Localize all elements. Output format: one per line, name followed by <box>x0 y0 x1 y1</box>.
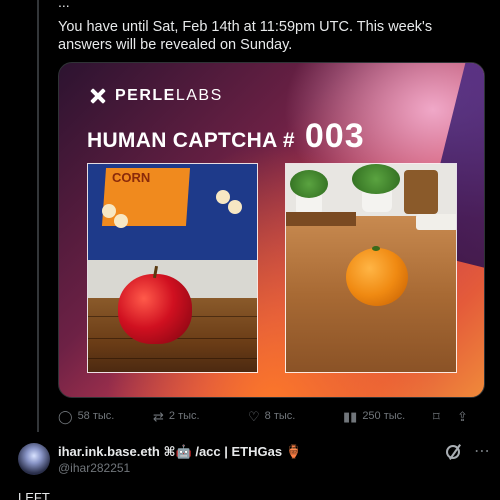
share-icon: ⇪ <box>457 408 468 424</box>
captcha-card-image[interactable]: PERLELABS HUMAN CAPTCHA # 003 CORN <box>58 62 485 398</box>
post-actions: ◯ 58 тыс. ⇄ 2 тыс. ♡ 8 тыс. ▮▮ 250 тыс. … <box>58 406 478 426</box>
orange <box>346 248 408 306</box>
share-button[interactable]: ⇪ <box>457 410 477 423</box>
views-icon: ▮▮ <box>343 408 358 424</box>
perle-logo-icon <box>89 87 107 105</box>
captcha-title: HUMAN CAPTCHA # 003 <box>87 117 365 156</box>
apple <box>118 274 192 344</box>
reply-author-handle[interactable]: @ihar282251 <box>58 461 130 475</box>
plant <box>290 170 328 198</box>
plant <box>352 164 400 194</box>
post-text: You have until Sat, Feb 14th at 11:59pm … <box>58 19 433 53</box>
reply-text: LEFT <box>18 490 50 500</box>
views-count: 250 тыс. <box>362 410 406 422</box>
repost-action[interactable]: ⇄ 2 тыс. <box>153 410 248 423</box>
repost-count: 2 тыс. <box>168 410 200 422</box>
avatar[interactable] <box>18 443 50 475</box>
brand-name: PERLELABS <box>115 87 223 104</box>
like-count: 8 тыс. <box>264 410 296 422</box>
grok-icon[interactable] <box>446 445 460 459</box>
heart-icon: ♡ <box>248 408 260 424</box>
right-photo-orange[interactable] <box>285 163 457 373</box>
reply-action[interactable]: ◯ 58 тыс. <box>58 410 153 423</box>
views-action[interactable]: ▮▮ 250 тыс. <box>343 410 433 423</box>
captcha-label: HUMAN CAPTCHA # <box>87 129 295 152</box>
reply-icon: ◯ <box>58 408 73 424</box>
post-clipped-line: ... <box>58 0 70 10</box>
left-photo-apple[interactable]: CORN <box>87 163 258 373</box>
thread-line <box>37 0 39 432</box>
more-options-icon[interactable]: ⋯ <box>474 441 491 461</box>
bookmark-icon: ⌑ <box>433 408 440 424</box>
poster-text: CORN <box>112 170 151 185</box>
like-action[interactable]: ♡ 8 тыс. <box>248 410 343 423</box>
reply-count: 58 тыс. <box>77 410 115 422</box>
bookmark-button[interactable]: ⌑ <box>433 410 457 423</box>
captcha-number: 003 <box>304 117 365 155</box>
brand: PERLELABS <box>89 87 223 105</box>
repost-icon: ⇄ <box>153 408 164 424</box>
cutting-board <box>404 170 438 214</box>
reply-author-name[interactable]: ihar.ink.base.eth ⌘🤖 /acc | ETHGas 🏺 <box>58 444 302 460</box>
